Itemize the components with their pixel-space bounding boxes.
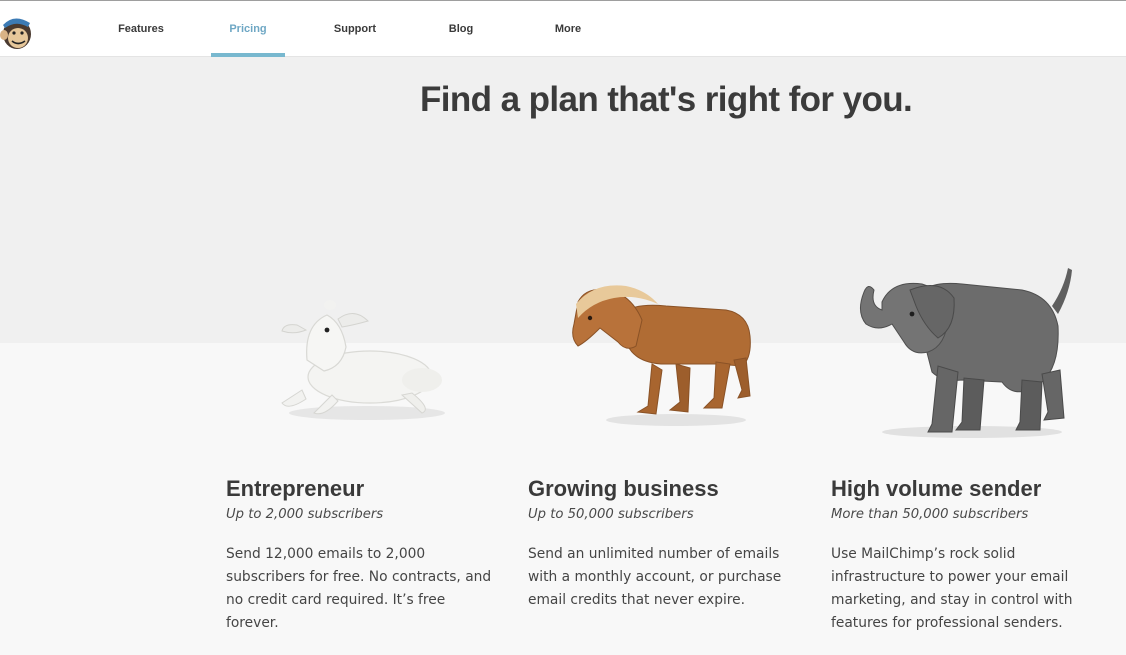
plan-subtitle: Up to 2,000 subscribers [226, 507, 384, 522]
plan-subtitle: More than 50,000 subscribers [831, 507, 1029, 522]
nav-support-label: Support [333, 23, 377, 35]
nav-pricing[interactable]: Pricing [211, 1, 285, 57]
nav-more[interactable]: More [531, 1, 605, 57]
plan-growing-business: Growing business Up to 50,000 subscriber… [528, 474, 798, 612]
plan-description: Use MailChimp’s rock solid infrastructur… [831, 546, 1073, 631]
nav-more-label: More [554, 23, 582, 35]
plan-high-volume-sender: High volume sender More than 50,000 subs… [831, 474, 1101, 635]
nav-blog[interactable]: Blog [424, 1, 498, 57]
nav-blog-label: Blog [448, 23, 474, 35]
nav-features[interactable]: Features [104, 1, 178, 57]
lamb-figurine-image [272, 295, 462, 430]
plan-description: Send 12,000 emails to 2,000 subscribers … [226, 546, 492, 631]
elephant-figurine-image [852, 262, 1082, 447]
page-title: Find a plan that's right for you. [420, 80, 913, 119]
nav-pricing-label: Pricing [229, 23, 267, 35]
mailchimp-logo-icon[interactable] [0, 11, 34, 51]
plan-entrepreneur: Entrepreneur Up to 2,000 subscribers Sen… [226, 474, 496, 635]
plan-title: Growing business [528, 476, 719, 501]
plan-title: Entrepreneur [226, 476, 365, 501]
horse-figurine-image [566, 280, 766, 435]
nav-support[interactable]: Support [318, 1, 392, 57]
site-header: Features Pricing Support Blog More [0, 1, 1126, 57]
plan-description: Send an unlimited number of emails with … [528, 546, 782, 608]
plan-title: High volume sender [831, 476, 1042, 501]
plan-subtitle: Up to 50,000 subscribers [528, 507, 694, 522]
nav-features-label: Features [118, 23, 164, 35]
